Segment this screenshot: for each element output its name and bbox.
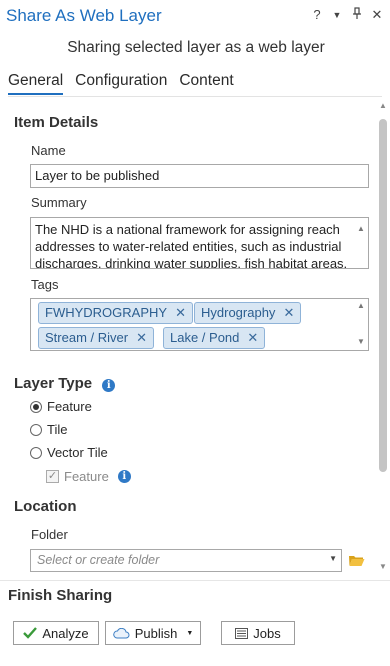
pane-title: Share As Web Layer xyxy=(6,6,162,25)
option-label: Feature xyxy=(64,469,109,484)
jobs-label: Jobs xyxy=(253,625,281,641)
tab-content[interactable]: Content xyxy=(179,72,233,95)
open-folder-icon[interactable] xyxy=(348,554,365,567)
tag-label: FWHYDROGRAPHY xyxy=(45,305,168,320)
main-scrollbar[interactable]: ▲ ▼ xyxy=(378,101,388,571)
tags-label: Tags xyxy=(31,277,59,292)
feature-checkbox-option[interactable]: ✓ Feature i xyxy=(46,469,131,484)
info-icon[interactable]: i xyxy=(102,379,116,392)
tag-label: Lake / Pond xyxy=(170,330,240,345)
tab-strip: General Configuration Content xyxy=(8,72,234,95)
checkmark-icon xyxy=(23,627,38,639)
help-icon[interactable]: ? xyxy=(310,7,324,23)
layer-type-vector-tile-option[interactable]: Vector Tile xyxy=(30,445,108,460)
summary-line: discharges, drinking water supplies, fis… xyxy=(35,256,348,269)
layer-type-feature-option[interactable]: Feature xyxy=(30,399,92,414)
general-scroll-area: Item Details Name Layer to be published … xyxy=(0,97,390,580)
option-label: Vector Tile xyxy=(47,445,108,460)
radio-icon[interactable] xyxy=(30,446,42,459)
tab-configuration[interactable]: Configuration xyxy=(75,72,167,95)
tab-general[interactable]: General xyxy=(8,72,64,95)
folder-dropdown[interactable]: Select or create folder ▼ xyxy=(30,549,342,572)
scroll-thumb[interactable] xyxy=(379,119,387,472)
summary-line: The NHD is a national framework for assi… xyxy=(35,222,340,237)
folder-label: Folder xyxy=(31,527,68,542)
option-label: Tile xyxy=(47,422,68,437)
share-as-web-layer-pane: Share As Web Layer ? ▼ ✕ Sharing selecte… xyxy=(0,0,390,666)
info-icon[interactable]: i xyxy=(117,470,131,483)
location-heading: Location xyxy=(14,498,77,515)
layer-type-tile-option[interactable]: Tile xyxy=(30,422,67,437)
pane-subtitle: Sharing selected layer as a web layer xyxy=(67,39,325,56)
name-field[interactable]: Layer to be published xyxy=(30,164,369,188)
pane-menu-icon[interactable]: ▼ xyxy=(330,7,344,23)
analyze-label: Analyze xyxy=(42,625,89,641)
pin-icon[interactable] xyxy=(350,7,364,23)
remove-tag-icon[interactable]: ✕ xyxy=(136,330,147,345)
tag-label: Hydrography xyxy=(201,305,276,320)
scroll-up-icon[interactable]: ▲ xyxy=(356,301,366,310)
pane-titlebar: Share As Web Layer ? ▼ ✕ xyxy=(0,0,390,32)
remove-tag-icon[interactable]: ✕ xyxy=(247,330,258,345)
option-label: Feature xyxy=(47,399,92,414)
summary-line: addresses to water-related entities, suc… xyxy=(35,239,342,254)
tag-label: Stream / River xyxy=(45,330,129,345)
scroll-down-icon[interactable]: ▼ xyxy=(378,562,388,572)
chevron-down-icon[interactable]: ▼ xyxy=(329,554,337,563)
tag-chip[interactable]: Lake / Pond ✕ xyxy=(163,327,266,349)
scroll-up-icon[interactable]: ▲ xyxy=(356,220,366,237)
checkbox-checked-icon[interactable]: ✓ xyxy=(46,470,59,483)
remove-tag-icon[interactable]: ✕ xyxy=(283,305,294,320)
tags-scrollbar[interactable]: ▲ ▼ xyxy=(356,301,366,346)
jobs-button[interactable]: Jobs xyxy=(221,621,295,645)
folder-placeholder: Select or create folder xyxy=(37,553,160,567)
scroll-down-icon[interactable]: ▼ xyxy=(356,265,366,268)
remove-tag-icon[interactable]: ✕ xyxy=(175,305,186,320)
scroll-up-icon[interactable]: ▲ xyxy=(378,101,388,111)
layer-type-heading-text: Layer Type xyxy=(14,375,93,392)
analyze-button[interactable]: Analyze xyxy=(13,621,99,645)
radio-selected-icon[interactable] xyxy=(30,400,42,413)
cloud-icon xyxy=(112,627,130,638)
close-icon[interactable]: ✕ xyxy=(370,7,384,23)
tag-chip[interactable]: Hydrography ✕ xyxy=(194,302,302,324)
jobs-list-icon xyxy=(235,627,249,639)
publish-label: Publish xyxy=(134,625,178,641)
name-label: Name xyxy=(31,143,66,158)
tag-chip[interactable]: Stream / River ✕ xyxy=(38,327,154,349)
finish-sharing-section: Finish Sharing Analyze Publish ▼ Jobs xyxy=(0,580,390,666)
layer-type-heading: Layer Type i xyxy=(14,375,116,392)
item-details-heading: Item Details xyxy=(14,114,99,131)
radio-icon[interactable] xyxy=(30,423,42,436)
summary-field[interactable]: The NHD is a national framework for assi… xyxy=(30,217,369,269)
publish-button[interactable]: Publish ▼ xyxy=(105,621,201,645)
finish-sharing-heading: Finish Sharing xyxy=(8,587,113,604)
scroll-down-icon[interactable]: ▼ xyxy=(356,337,366,346)
summary-label: Summary xyxy=(31,195,87,210)
tag-chip[interactable]: FWHYDROGRAPHY ✕ xyxy=(38,302,193,324)
pane-controls: ? ▼ ✕ xyxy=(310,7,384,23)
summary-scrollbar[interactable]: ▲ ▼ xyxy=(356,220,366,268)
chevron-down-icon[interactable]: ▼ xyxy=(186,630,193,637)
